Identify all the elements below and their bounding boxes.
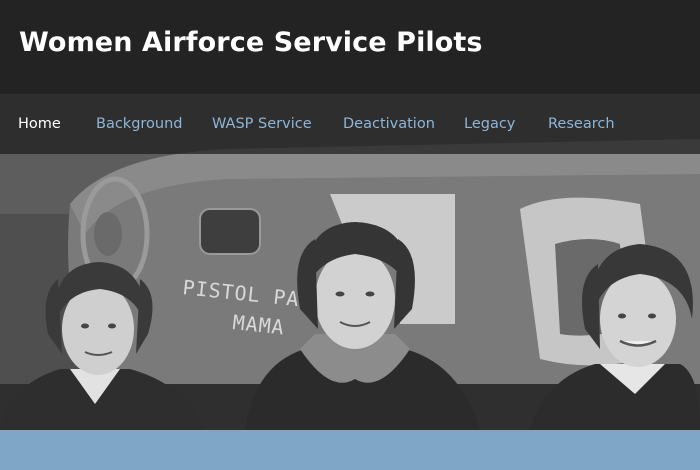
nav-item-home[interactable]: Home: [18, 116, 61, 132]
nav-item-legacy[interactable]: Legacy: [464, 116, 515, 132]
nav-item-wasp-service[interactable]: WASP Service: [212, 116, 312, 132]
nav-item-background[interactable]: Background: [96, 116, 183, 132]
nav-item-deactivation[interactable]: Deactivation: [343, 116, 435, 132]
accent-band: [0, 430, 700, 470]
site-title[interactable]: Women Airforce Service Pilots: [19, 27, 483, 58]
nav-item-research[interactable]: Research: [548, 116, 615, 132]
main-nav: Home Background WASP Service Deactivatio…: [0, 94, 700, 154]
site-header: Women Airforce Service Pilots: [0, 0, 700, 94]
